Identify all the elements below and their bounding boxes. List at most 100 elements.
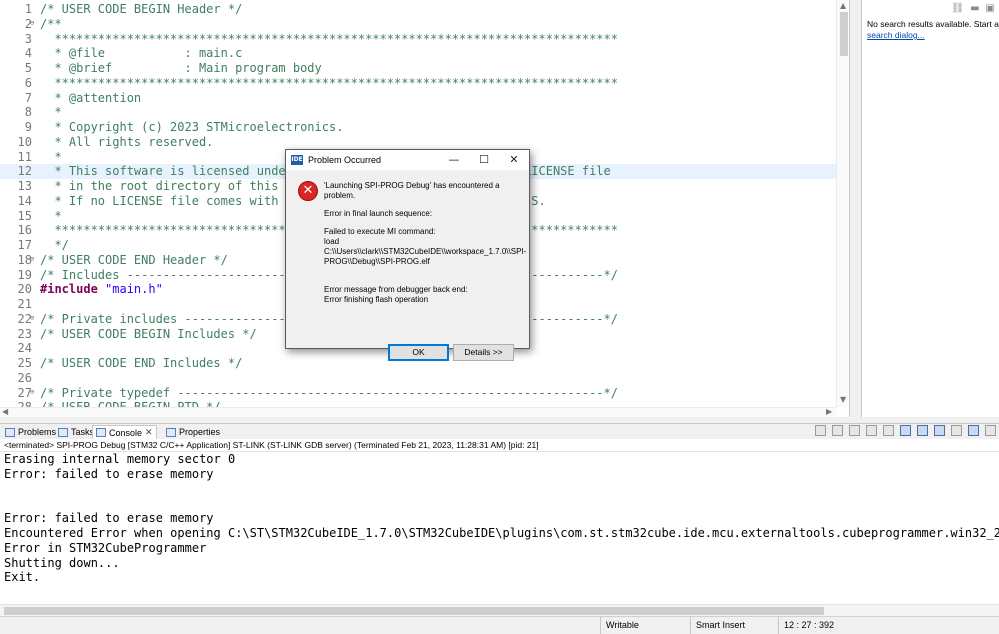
tab-label: Tasks — [71, 427, 95, 437]
line-number: 14 — [17, 193, 32, 208]
line-number: 17 — [17, 238, 32, 252]
console-line: Error: failed to erase memory — [4, 466, 214, 481]
dialog-detail: Failed to execute MI command: — [324, 227, 436, 236]
fold-toggle-icon[interactable]: ⊖ — [30, 19, 38, 27]
maximize-button[interactable]: ☐ — [469, 150, 499, 170]
ide-app-icon: IDE — [291, 155, 303, 165]
tab-tasks[interactable]: Tasks — [55, 425, 97, 439]
terminate-icon[interactable] — [815, 425, 826, 436]
line-number: 3 — [24, 31, 32, 46]
dialog-detail: Error finishing flash operation — [324, 295, 429, 304]
dialog-error-line: Error in final launch sequence: — [324, 209, 433, 218]
minimize-view-icon[interactable]: ▬ — [970, 3, 979, 14]
fold-toggle-icon[interactable]: ⊖ — [30, 255, 38, 263]
line-number: 22 — [17, 311, 32, 326]
code-line: 27 ⊖/* Private typedef ------------------… — [0, 386, 836, 401]
clear-console-icon[interactable] — [866, 425, 877, 436]
console-line: Shutting down... — [4, 555, 120, 570]
show-on-error-icon[interactable] — [934, 425, 945, 436]
line-number: 24 — [17, 341, 32, 356]
remove-launch-icon[interactable] — [832, 425, 843, 436]
line-number: 21 — [17, 297, 32, 311]
help-message-text: No search results available. Start a sea… — [867, 19, 999, 29]
ok-button[interactable]: OK — [388, 344, 449, 361]
console-toolbar — [815, 425, 999, 436]
line-number: 26 — [17, 370, 32, 385]
help-toolbar: ⛓ ▬ ▣ — [951, 3, 995, 14]
line-number: 12 — [17, 164, 32, 179]
scroll-up-icon[interactable]: ▲ — [840, 1, 846, 10]
code-text: */ — [40, 238, 69, 252]
line-number: 10 — [17, 134, 32, 149]
console-line: Exit. — [4, 570, 41, 585]
fold-toggle-icon[interactable]: ⊖ — [30, 314, 38, 322]
line-number: 4 — [24, 46, 32, 61]
minimize-button[interactable]: — — [439, 150, 469, 170]
code-text: /** — [40, 16, 62, 31]
console-horizontal-scrollbar[interactable] — [0, 604, 999, 616]
link-icon[interactable]: ⛓ — [951, 3, 964, 14]
close-button[interactable]: ✕ — [499, 150, 529, 170]
code-text: * @file : main.c — [40, 46, 243, 61]
tab-properties[interactable]: Properties — [163, 425, 223, 439]
line-number: 16 — [17, 223, 32, 238]
word-wrap-icon[interactable] — [900, 425, 911, 436]
console-scroll-thumb[interactable] — [4, 607, 824, 615]
console-line: Encountered Error when opening C:\ST\STM… — [4, 525, 999, 540]
scroll-right-icon[interactable]: ▶ — [826, 407, 832, 416]
code-text: /* USER CODE END Includes */ — [40, 356, 243, 370]
code-text: * All rights reserved. — [40, 134, 214, 149]
code-line: 7 * @attention — [0, 91, 836, 106]
line-number: 23 — [17, 326, 32, 341]
show-on-output-icon[interactable] — [917, 425, 928, 436]
problem-occurred-dialog: IDE Problem Occurred — ☐ ✕ ✕ 'Launching … — [285, 149, 530, 361]
console-output[interactable]: Erasing internal memory sector 0 Error: f… — [0, 452, 999, 604]
dialog-detail: Error message from debugger back end: — [324, 285, 468, 294]
scroll-lock-icon[interactable] — [883, 425, 894, 436]
open-console-icon[interactable] — [985, 425, 996, 436]
code-text: /* USER CODE BEGIN Includes */ — [40, 326, 257, 341]
details-button[interactable]: Details >> — [453, 344, 514, 361]
editor-vertical-scrollbar[interactable]: ▲ ▼ — [836, 0, 849, 407]
help-message: No search results available. Start a sea… — [867, 19, 999, 41]
dialog-title: Problem Occurred — [308, 155, 382, 165]
editor-scroll-thumb[interactable] — [840, 12, 848, 56]
remove-all-icon[interactable] — [849, 425, 860, 436]
line-number: 8 — [24, 105, 32, 120]
dialog-detail-path: C:\\Users\\clark\\STM32CubeIDE\\workspac… — [324, 247, 527, 266]
code-text: /* USER CODE BEGIN Header */ — [40, 2, 243, 16]
tab-problems[interactable]: Problems — [2, 425, 59, 439]
search-dialog-link[interactable]: search dialog... — [867, 30, 925, 40]
dialog-message: 'Launching SPI-PROG Debug' has encounter… — [324, 181, 500, 200]
status-bar: Writable Smart Insert 12 : 27 : 392 — [0, 616, 999, 634]
line-number: 27 — [17, 385, 32, 400]
display-console-icon[interactable] — [968, 425, 979, 436]
line-number: 15 — [17, 208, 32, 223]
code-line: 5 * @brief : Main program body — [0, 61, 836, 76]
maximize-view-icon[interactable]: ▣ — [986, 3, 995, 14]
code-text: * @brief : Main program body — [40, 61, 322, 75]
tasks-icon — [58, 427, 68, 437]
code-line: 6 **************************************… — [0, 76, 836, 91]
code-text: #include "main.h" — [40, 282, 163, 297]
code-text: /* Private typedef ---------------------… — [40, 385, 618, 400]
code-line: 9 * Copyright (c) 2023 STMicroelectronic… — [0, 120, 836, 135]
error-icon: ✕ — [298, 181, 318, 201]
scroll-left-icon[interactable]: ◀ — [2, 407, 8, 416]
editor-horizontal-scrollbar[interactable]: ◀ ▶ — [0, 407, 836, 417]
tab-console[interactable]: Console ✕ — [92, 425, 157, 439]
scroll-down-icon[interactable]: ▼ — [840, 395, 846, 404]
code-line: 10 * All rights reserved. — [0, 135, 836, 150]
code-line: 8 * — [0, 105, 836, 120]
line-number: 9 — [24, 120, 32, 134]
status-insert-mode: Smart Insert — [690, 617, 778, 634]
dialog-titlebar[interactable]: IDE Problem Occurred — ☐ ✕ — [286, 150, 529, 170]
pin-console-icon[interactable] — [951, 425, 962, 436]
code-text: * — [40, 105, 62, 120]
fold-toggle-icon[interactable]: ⊖ — [30, 388, 38, 396]
tab-label: Properties — [179, 427, 221, 437]
line-number: 7 — [24, 90, 32, 105]
dialog-body: ✕ 'Launching SPI-PROG Debug' has encount… — [286, 170, 529, 361]
code-line: 4 * @file : main.c — [0, 46, 836, 61]
close-tab-icon[interactable]: ✕ — [145, 427, 153, 438]
